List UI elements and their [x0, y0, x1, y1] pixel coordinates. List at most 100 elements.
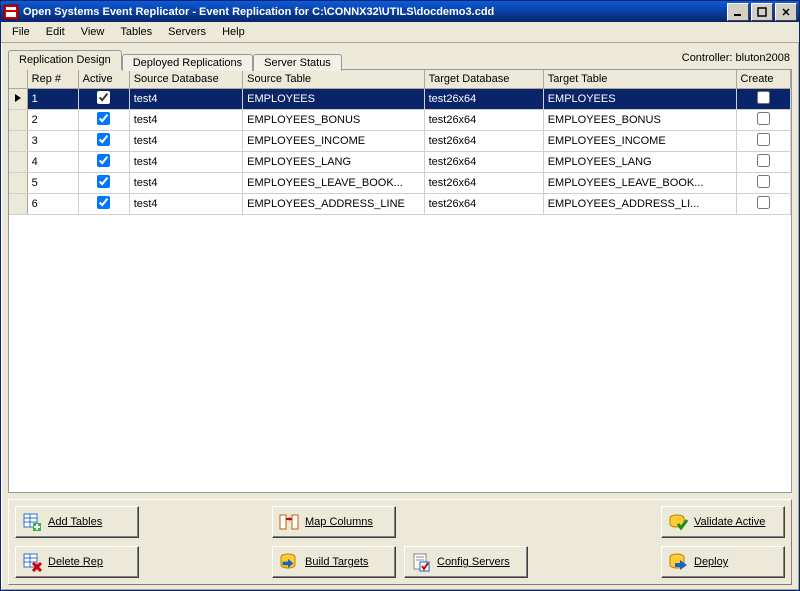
create-checkbox[interactable]	[757, 196, 770, 209]
cell-tgttab: EMPLOYEES_LANG	[543, 152, 736, 173]
cell-srctab: EMPLOYEES_ADDRESS_LINE	[243, 194, 424, 215]
cell-active	[78, 110, 129, 131]
cell-srcdb: test4	[129, 131, 242, 152]
cell-active	[78, 194, 129, 215]
create-checkbox[interactable]	[757, 133, 770, 146]
cell-srcdb: test4	[129, 89, 242, 110]
config-servers-icon	[411, 552, 431, 572]
create-checkbox[interactable]	[757, 175, 770, 188]
cell-active	[78, 152, 129, 173]
menu-help[interactable]: Help	[215, 24, 252, 40]
col-rowselector[interactable]	[9, 70, 27, 89]
create-checkbox[interactable]	[757, 154, 770, 167]
active-checkbox[interactable]	[97, 91, 110, 104]
active-checkbox[interactable]	[97, 175, 110, 188]
tab-server-status[interactable]: Server Status	[253, 54, 342, 71]
active-checkbox[interactable]	[97, 133, 110, 146]
maximize-button[interactable]	[751, 3, 773, 21]
cell-create	[736, 131, 791, 152]
cell-create	[736, 152, 791, 173]
table-row[interactable]: 3test4EMPLOYEES_INCOMEtest26x64EMPLOYEES…	[9, 131, 791, 152]
grid-scroll[interactable]: Rep # Active Source Database Source Tabl…	[9, 70, 791, 492]
deploy-button[interactable]: Deploy	[661, 546, 785, 578]
table-delete-icon	[22, 552, 42, 572]
cell-tgttab: EMPLOYEES_ADDRESS_LI...	[543, 194, 736, 215]
cell-tgtdb: test26x64	[424, 110, 543, 131]
validate-active-label: Validate Active	[694, 516, 765, 528]
cell-srcdb: test4	[129, 110, 242, 131]
delete-rep-label: Delete Rep	[48, 556, 103, 568]
validate-icon	[668, 512, 688, 532]
cell-tgtdb: test26x64	[424, 194, 543, 215]
table-add-icon	[22, 512, 42, 532]
cell-srctab: EMPLOYEES_LEAVE_BOOK...	[243, 173, 424, 194]
row-indicator	[9, 131, 27, 152]
tab-replication-design[interactable]: Replication Design	[8, 50, 122, 70]
cell-tgtdb: test26x64	[424, 173, 543, 194]
menubar: File Edit View Tables Servers Help	[1, 22, 799, 43]
create-checkbox[interactable]	[757, 112, 770, 125]
row-indicator	[9, 152, 27, 173]
row-indicator	[9, 89, 27, 110]
row-indicator	[9, 173, 27, 194]
cell-create	[736, 110, 791, 131]
menu-servers[interactable]: Servers	[161, 24, 213, 40]
grid-header-row: Rep # Active Source Database Source Tabl…	[9, 70, 791, 89]
validate-active-button[interactable]: Validate Active	[661, 506, 785, 538]
col-srctab[interactable]: Source Table	[243, 70, 424, 89]
map-columns-button[interactable]: Map Columns	[272, 506, 396, 538]
menu-file[interactable]: File	[5, 24, 37, 40]
cell-tgtdb: test26x64	[424, 89, 543, 110]
cell-srcdb: test4	[129, 152, 242, 173]
config-servers-label: Config Servers	[437, 556, 510, 568]
map-columns-icon	[279, 512, 299, 532]
table-row[interactable]: 5test4EMPLOYEES_LEAVE_BOOK...test26x64EM…	[9, 173, 791, 194]
cell-tgttab: EMPLOYEES_INCOME	[543, 131, 736, 152]
active-checkbox[interactable]	[97, 154, 110, 167]
replications-grid: Rep # Active Source Database Source Tabl…	[9, 70, 791, 215]
delete-rep-button[interactable]: Delete Rep	[15, 546, 139, 578]
cell-rep: 3	[27, 131, 78, 152]
cell-srcdb: test4	[129, 173, 242, 194]
active-checkbox[interactable]	[97, 196, 110, 209]
table-row[interactable]: 4test4EMPLOYEES_LANGtest26x64EMPLOYEES_L…	[9, 152, 791, 173]
menu-tables[interactable]: Tables	[113, 24, 159, 40]
minimize-button[interactable]	[727, 3, 749, 21]
tab-deployed-replications[interactable]: Deployed Replications	[122, 54, 253, 71]
build-targets-icon	[279, 552, 299, 572]
table-row[interactable]: 6test4EMPLOYEES_ADDRESS_LINEtest26x64EMP…	[9, 194, 791, 215]
col-tgtdb[interactable]: Target Database	[424, 70, 543, 89]
cell-rep: 2	[27, 110, 78, 131]
cell-rep: 4	[27, 152, 78, 173]
table-row[interactable]: 1test4EMPLOYEEStest26x64EMPLOYEES	[9, 89, 791, 110]
menu-edit[interactable]: Edit	[39, 24, 72, 40]
col-rep[interactable]: Rep #	[27, 70, 78, 89]
config-servers-button[interactable]: Config Servers	[404, 546, 528, 578]
build-targets-button[interactable]: Build Targets	[272, 546, 396, 578]
row-indicator	[9, 110, 27, 131]
close-button[interactable]	[775, 3, 797, 21]
cell-tgtdb: test26x64	[424, 152, 543, 173]
window-buttons	[727, 3, 797, 21]
map-columns-label: Map Columns	[305, 516, 373, 528]
tabs: Replication Design Deployed Replications…	[8, 47, 342, 69]
cell-srctab: EMPLOYEES	[243, 89, 424, 110]
col-tgttab[interactable]: Target Table	[543, 70, 736, 89]
add-tables-label: Add Tables	[48, 516, 102, 528]
cell-active	[78, 131, 129, 152]
cell-rep: 1	[27, 89, 78, 110]
cell-active	[78, 89, 129, 110]
col-srcdb[interactable]: Source Database	[129, 70, 242, 89]
table-row[interactable]: 2test4EMPLOYEES_BONUStest26x64EMPLOYEES_…	[9, 110, 791, 131]
active-checkbox[interactable]	[97, 112, 110, 125]
cell-create	[736, 173, 791, 194]
cell-rep: 5	[27, 173, 78, 194]
col-create[interactable]: Create	[736, 70, 791, 89]
titlebar: Open Systems Event Replicator - Event Re…	[1, 1, 799, 22]
col-active[interactable]: Active	[78, 70, 129, 89]
row-indicator	[9, 194, 27, 215]
cell-create	[736, 194, 791, 215]
add-tables-button[interactable]: Add Tables	[15, 506, 139, 538]
menu-view[interactable]: View	[74, 24, 112, 40]
create-checkbox[interactable]	[757, 91, 770, 104]
